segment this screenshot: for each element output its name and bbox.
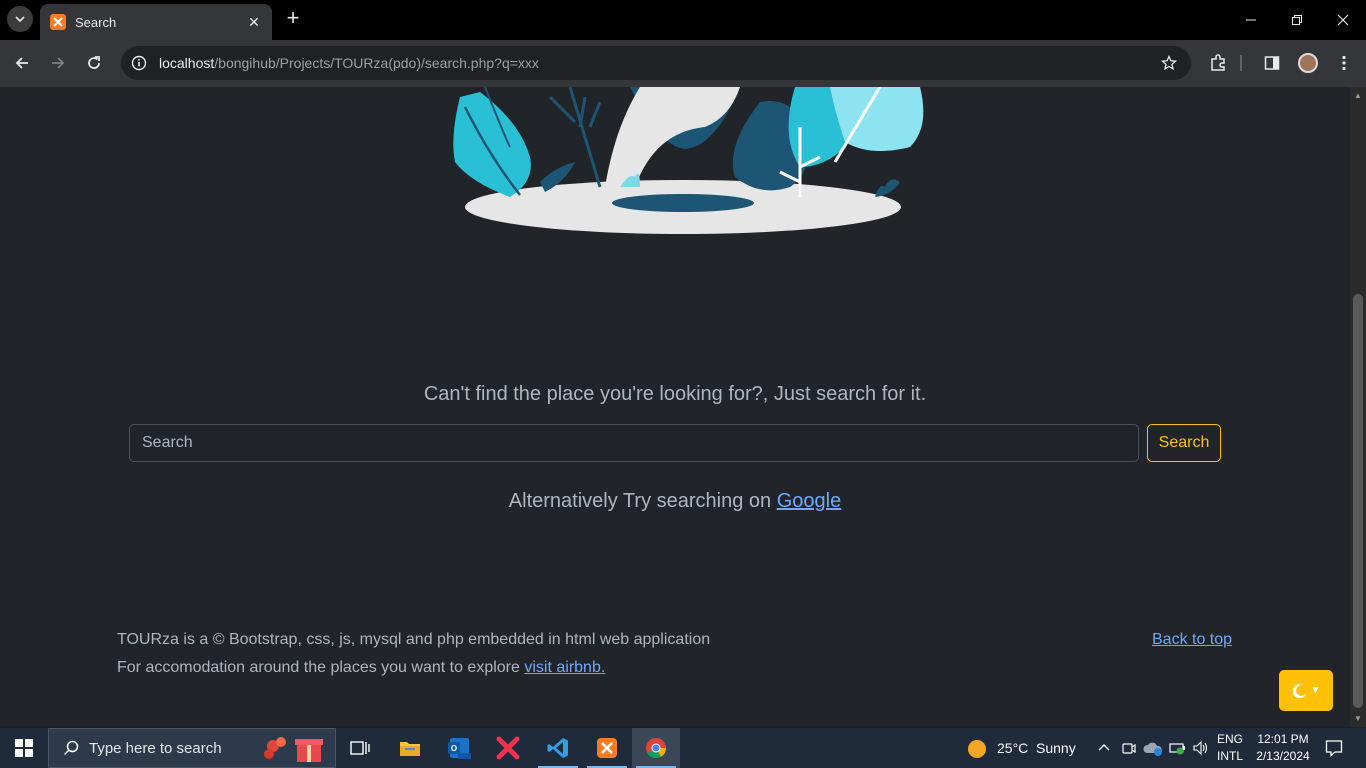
not-found-illustration [453,87,924,234]
notifications-icon[interactable] [1325,739,1343,760]
footer-accommodation-prefix: For accomodation around the places you w… [117,659,525,676]
extensions-icon[interactable] [1206,51,1230,75]
scroll-thumb[interactable] [1353,294,1363,708]
xampp-favicon-icon [50,14,66,30]
weather-desc[interactable]: Sunny [1036,740,1076,756]
windows-start-icon[interactable] [0,728,48,768]
url-path: /bongihub/Projects/TOURza(pdo)/search.ph… [214,55,539,71]
moon-icon [1292,683,1307,698]
alternative-search-text: Alternatively Try searching on Google [0,490,1350,513]
xmind-icon[interactable] [484,728,532,768]
page-content: Can't find the place you're looking for?… [0,87,1350,727]
url-text: localhost/bongihub/Projects/TOURza(pdo)/… [159,55,539,71]
tab-bar: Search ✕ + [0,0,1366,40]
weather-temp[interactable]: 25°C [997,740,1028,756]
search-input[interactable] [129,424,1139,462]
tab-close-icon[interactable]: ✕ [246,14,262,31]
volume-icon[interactable] [1192,740,1208,759]
clock-time: 12:01 PM [1257,732,1309,746]
input-language[interactable]: ENG INTL [1215,732,1245,763]
meet-now-icon[interactable] [1121,740,1137,759]
address-bar[interactable]: localhost/bongihub/Projects/TOURza(pdo)/… [121,46,1191,80]
minimize-icon[interactable] [1228,0,1274,40]
alt-prefix: Alternatively Try searching on [508,490,777,512]
svg-text:O: O [451,744,457,753]
gift-flowers-icon [264,737,323,762]
clock[interactable]: 12:01 PM 2/13/2024 [1252,732,1314,763]
toolbar-divider [1240,55,1242,71]
tab-title: Search [75,14,117,30]
forward-icon[interactable] [46,51,70,75]
theme-toggle-button[interactable]: ▼ [1279,670,1333,711]
tab-search-button[interactable] [7,6,33,32]
task-view-icon[interactable] [336,728,384,768]
chevron-down-icon [15,16,25,23]
restore-icon[interactable] [1274,0,1320,40]
file-explorer-icon[interactable] [386,728,434,768]
profile-avatar[interactable] [1296,51,1320,75]
taskbar-search-placeholder: Type here to search [89,739,222,757]
taskbar-search[interactable]: Type here to search [48,728,336,768]
reload-icon[interactable] [82,51,106,75]
search-button[interactable]: Search [1147,424,1221,462]
footer-accommodation: For accomodation around the places you w… [117,659,605,677]
url-host: localhost [159,55,215,71]
clock-date: 2/13/2024 [1256,749,1310,763]
browser-tab[interactable]: Search ✕ [40,4,272,40]
search-icon [63,740,79,756]
keyboard-layout: INTL [1216,749,1243,763]
bookmark-star-icon[interactable] [1161,55,1177,71]
scroll-up-icon[interactable]: ▲ [1353,91,1363,101]
vscode-icon[interactable] [534,728,582,768]
search-prompt: Can't find the place you're looking for?… [423,383,927,405]
page-scrollbar[interactable]: ▲ ▼ [1350,87,1366,727]
airbnb-link[interactable]: visit airbnb. [524,659,605,676]
battery-icon[interactable] [1169,740,1187,759]
outlook-new-icon[interactable]: O [435,728,483,768]
chrome-icon[interactable] [632,728,680,768]
caret-down-icon: ▼ [1310,685,1321,696]
site-info-icon[interactable] [131,55,147,71]
windows-taskbar: Type here to search O 25°C Sunny ENG INT… [0,728,1366,768]
footer-credits: TOURza is a © Bootstrap, css, js, mysql … [117,631,711,648]
language-code: ENG [1216,732,1243,746]
back-to-top-link[interactable]: Back to top [1152,631,1232,649]
xampp-icon[interactable] [583,728,631,768]
new-tab-icon[interactable]: + [282,7,304,30]
weather-sun-icon[interactable] [967,739,987,762]
google-link[interactable]: Google [777,490,842,512]
show-hidden-icons-icon[interactable] [1097,740,1111,757]
onedrive-icon[interactable] [1143,740,1163,759]
menu-kebab-icon[interactable] [1332,51,1356,75]
side-panel-icon[interactable] [1260,51,1284,75]
back-icon[interactable] [10,51,34,75]
close-window-icon[interactable] [1320,0,1366,40]
scroll-down-icon[interactable]: ▼ [1353,714,1363,724]
browser-toolbar: localhost/bongihub/Projects/TOURza(pdo)/… [0,40,1366,87]
